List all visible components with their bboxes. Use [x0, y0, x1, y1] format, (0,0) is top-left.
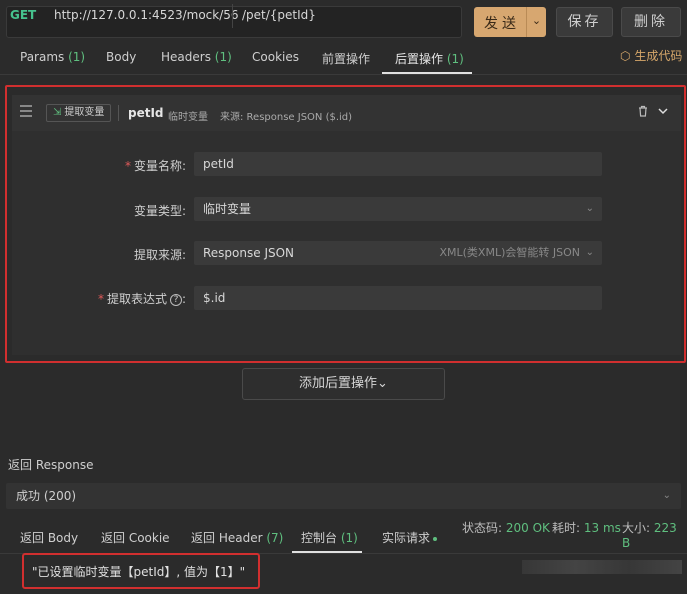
response-title: 返回 Response [8, 458, 94, 472]
send-button[interactable]: 发送 ⌄ [474, 7, 546, 37]
tab-console[interactable]: 控制台 (1) [301, 529, 358, 546]
highlight-box-extractor [5, 85, 686, 363]
tab-headers[interactable]: Headers (1) [161, 50, 232, 64]
blurred-region [522, 560, 682, 574]
url-divider [232, 4, 233, 28]
response-size: 大小: 223 B [622, 521, 677, 550]
url-path[interactable]: /pet/{petId} [242, 8, 316, 22]
tab-params[interactable]: Params (1) [20, 50, 85, 64]
highlight-box-console [22, 553, 260, 589]
save-button[interactable]: 保存 [556, 7, 613, 37]
status-code: 状态码: 200 OK [462, 521, 550, 535]
tab-response-body[interactable]: 返回 Body [20, 529, 78, 546]
add-post-action-button[interactable]: 添加后置操作⌄ [242, 368, 445, 400]
url-base[interactable]: http://127.0.0.1:4523/mock/56 [54, 8, 239, 22]
status-dot [433, 536, 438, 541]
response-time: 耗时: 13 ms [552, 521, 621, 535]
chevron-down-icon[interactable]: ⌄ [526, 7, 546, 37]
tabs-divider [0, 74, 687, 75]
tab-actual-request[interactable]: 实际请求 [382, 529, 438, 546]
chevron-down-icon: ⌄ [377, 376, 388, 391]
tab-response-cookie[interactable]: 返回 Cookie [101, 529, 170, 546]
tab-post-actions[interactable]: 后置操作 (1) [395, 50, 464, 67]
tab-body[interactable]: Body [106, 50, 136, 64]
chevron-down-icon: ⌄ [662, 490, 671, 501]
tab-response-header[interactable]: 返回 Header (7) [191, 529, 283, 546]
delete-button[interactable]: 删除 [621, 7, 681, 37]
code-icon: ⬡ [620, 49, 631, 63]
http-method[interactable]: GET [10, 8, 36, 22]
tab-pre-actions[interactable]: 前置操作 [322, 50, 370, 67]
tab-cookies[interactable]: Cookies [252, 50, 299, 64]
send-label: 发送 [484, 16, 520, 32]
response-select[interactable]: 成功 (200) ⌄ [6, 483, 681, 509]
generate-code-link[interactable]: ⬡ 生成代码 [620, 47, 682, 64]
